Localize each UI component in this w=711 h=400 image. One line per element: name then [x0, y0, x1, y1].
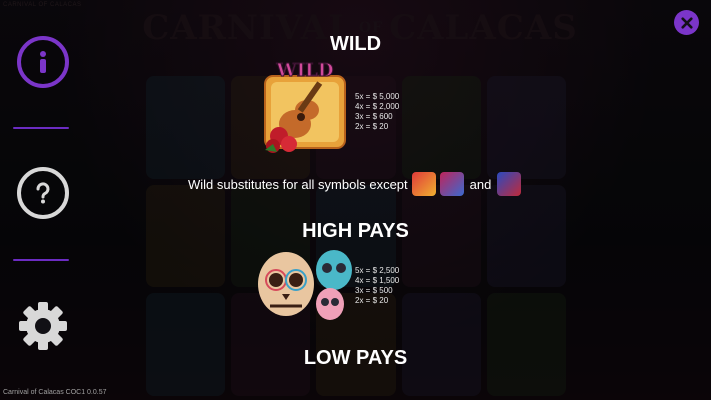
- high-pay-3x: 3x = $ 500: [355, 286, 393, 295]
- wild-symbol-icon: WILD: [264, 62, 346, 153]
- high-pay-4x: 4x = $ 1,500: [355, 276, 400, 285]
- question-icon: [36, 182, 50, 204]
- high-pays-title: HIGH PAYS: [302, 220, 409, 242]
- wild-title: WILD: [329, 33, 382, 55]
- bonus-icon: [439, 172, 464, 196]
- wild-pay-2x: 2x = $ 20: [355, 122, 389, 131]
- high-pay-2x: 2x = $ 20: [355, 296, 389, 305]
- help-button[interactable]: [17, 167, 69, 219]
- low-pays-title: LOW PAYS: [303, 347, 408, 369]
- overlay-shade: [0, 0, 711, 400]
- wild-substitute-line: Wild substitutes for all symbols except …: [188, 172, 522, 196]
- wild-pay-4x: 4x = $ 2,000: [355, 102, 400, 111]
- high-pay-5x: 5x = $ 2,500: [355, 266, 400, 275]
- scatter-icon: [411, 172, 436, 196]
- high-paytable: 5x = $ 2,500 4x = $ 1,500 3x = $ 500 2x …: [355, 266, 399, 306]
- catrina-icon: [497, 172, 522, 196]
- version-label: Carnival of Calacas COC1 0.0.57: [3, 389, 107, 396]
- close-button[interactable]: [674, 10, 699, 35]
- and-word: and: [469, 176, 492, 192]
- wild-symbol-label: WILD: [276, 62, 334, 81]
- game-backdrop: CARNIVAL OF CALACAS CARNIVAL OF CALACAS: [0, 0, 711, 400]
- sidebar-divider: [13, 259, 69, 261]
- wild-substitute-text: Wild substitutes for all symbols except: [188, 176, 408, 192]
- wild-pay-5x: 5x = $ 5,000: [355, 92, 400, 101]
- wild-paytable: 5x = $ 5,000 4x = $ 2,000 3x = $ 600 2x …: [355, 92, 399, 132]
- gear-icon: [19, 302, 67, 350]
- sugar-skulls-icon: [258, 250, 352, 320]
- wild-pay-3x: 3x = $ 600: [355, 112, 393, 121]
- close-icon: [680, 16, 693, 29]
- sidebar-divider: [13, 127, 69, 129]
- settings-button[interactable]: [17, 300, 69, 352]
